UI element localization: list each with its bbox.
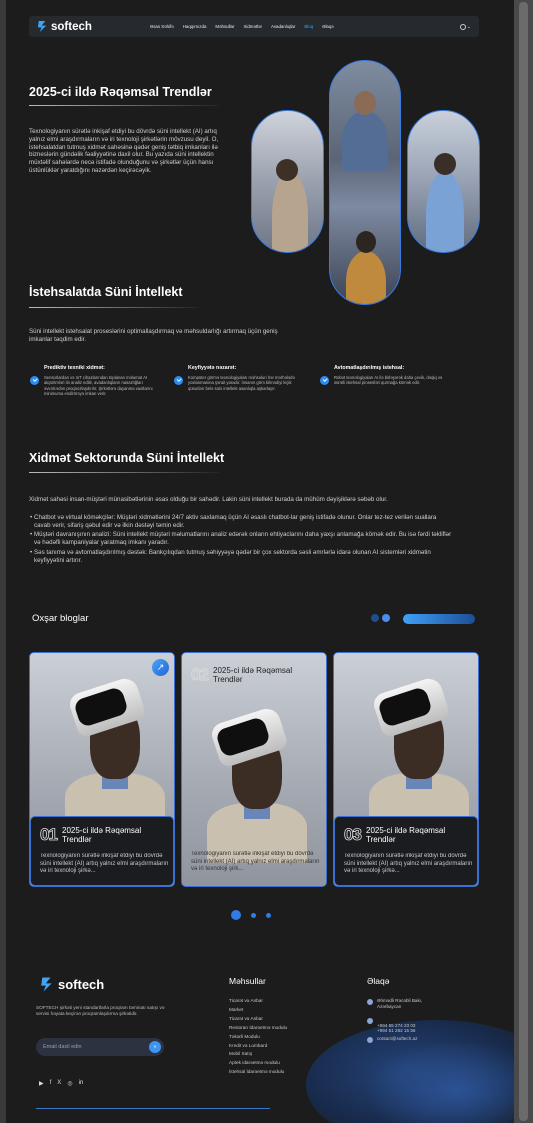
nav-item-blog[interactable]: Bloq bbox=[304, 24, 313, 29]
email-placeholder: Email daxil edin bbox=[43, 1044, 82, 1050]
card-number: 01 bbox=[40, 825, 59, 845]
nav-item-about[interactable]: Haqqımızda bbox=[183, 24, 207, 29]
x-icon[interactable]: X bbox=[57, 1080, 61, 1087]
service-title-underline bbox=[29, 472, 219, 473]
footer-product-link[interactable]: Təkərli Modulu bbox=[229, 1033, 287, 1042]
linkedin-icon[interactable]: in bbox=[79, 1080, 84, 1087]
page: softech Əsas Səhifə Haqqımızda Məhsullar… bbox=[6, 0, 514, 1123]
footer-product-link[interactable]: İstehsal İdarəetmə modulu bbox=[229, 1068, 287, 1077]
card-title[interactable]: 2025-ci ildə Rəqəmsal Trendlər bbox=[62, 826, 172, 844]
feature-text: Sensorlardan və IoT cihazlarından toplan… bbox=[44, 375, 153, 397]
hero-text: Texnologiyanın sürətlə inkişaf etdiyi bu… bbox=[29, 128, 219, 174]
check-icon bbox=[30, 376, 39, 385]
footer-divider bbox=[36, 1108, 270, 1109]
blog-card-info: 01 2025-ci ildə Rəqəmsal Trendlər Texnol… bbox=[30, 816, 174, 886]
footer-logo[interactable]: softech bbox=[40, 976, 104, 993]
footer-phone[interactable]: +994 55 274 23 03 +994 51 282 15 56 bbox=[367, 1017, 437, 1034]
card-title[interactable]: 2025-ci ildə Rəqəmsal Trendlər bbox=[213, 666, 323, 684]
carousel-dot[interactable] bbox=[382, 614, 390, 622]
footer-product-link[interactable]: Ticarət və Anbar bbox=[229, 1015, 287, 1024]
service-bullet: Müştəri davranışının analizi: Süni intel… bbox=[30, 531, 454, 547]
hero-image-1 bbox=[251, 110, 324, 253]
industry-title-underline bbox=[29, 307, 199, 308]
phone-icon bbox=[367, 1018, 373, 1024]
feature-title: Avtomatlaşdırılmış istehsal: bbox=[334, 365, 405, 371]
footer-products-list: Ticarət və Anbar Market Ticarət və Anbar… bbox=[229, 997, 287, 1077]
card-number: 03 bbox=[344, 825, 363, 845]
pagination-dot[interactable] bbox=[251, 912, 256, 918]
similar-blogs-title: Oxşar bloglar bbox=[32, 613, 89, 624]
nav-item-home[interactable]: Əsas Səhifə bbox=[150, 24, 174, 29]
logo-icon bbox=[40, 976, 54, 993]
service-title: Xidmət Sektorunda Süni İntellekt bbox=[29, 451, 225, 465]
card-text: Texnologiyanın sürətlə inkişaf etdiyi bu… bbox=[191, 851, 320, 872]
blog-card-1[interactable]: ↗ 01 2025-ci ildə Rəqəmsal Trendlər Texn… bbox=[29, 652, 175, 887]
scrollbar-thumb[interactable] bbox=[519, 2, 528, 1121]
brand-name: softech bbox=[51, 20, 92, 33]
service-bullet: Səs tanıma və avtomatlaşdırılmış dəstək:… bbox=[30, 549, 454, 565]
footer-product-link[interactable]: Mobil Satış bbox=[229, 1050, 287, 1059]
card-text: Texnologiyanın sürətlə inkişaf etdiyi bu… bbox=[344, 853, 473, 874]
instagram-icon[interactable]: ◎ bbox=[67, 1080, 72, 1087]
globe-icon bbox=[459, 23, 466, 30]
footer-email[interactable]: contact@softech.az bbox=[367, 1036, 417, 1043]
page-scrollbar[interactable] bbox=[514, 0, 533, 1123]
nav-item-equipment[interactable]: Avadanlıqlar bbox=[271, 24, 295, 29]
nav-item-services[interactable]: Xidmətlər bbox=[243, 24, 262, 29]
service-intro: Xidmət sahəsi insan-müştəri münasibətlər… bbox=[29, 496, 388, 503]
carousel-dots-top bbox=[371, 614, 390, 622]
footer-contact-title: Əlaqə bbox=[367, 976, 390, 986]
open-arrow-button[interactable]: ↗ bbox=[152, 659, 169, 676]
footer-description: SOFTECH şirkəti yeni standartlarla proqr… bbox=[36, 1005, 165, 1016]
feature-text: Kompüter görmə texnologiyaları məhsulun … bbox=[188, 375, 295, 391]
navbar: softech Əsas Səhifə Haqqımızda Məhsullar… bbox=[29, 16, 479, 37]
nav-item-contact[interactable]: Əlaqə bbox=[322, 24, 334, 29]
pagination-dot-active[interactable] bbox=[231, 910, 241, 920]
nav-links: Əsas Səhifə Haqqımızda Məhsullar Xidmətl… bbox=[150, 24, 334, 29]
social-links: ▶ f X ◎ in bbox=[39, 1080, 83, 1087]
check-icon bbox=[320, 376, 329, 385]
chevron-down-icon: ⌄ bbox=[466, 23, 471, 30]
check-icon bbox=[174, 376, 183, 385]
blog-card-info: 03 2025-ci ildə Rəqəmsal Trendlər Texnol… bbox=[334, 816, 478, 886]
carousel-progress[interactable] bbox=[403, 614, 475, 624]
footer-product-link[interactable]: Kredit və Lombard bbox=[229, 1042, 287, 1051]
blog-card-2[interactable]: 02 2025-ci ildə Rəqəmsal Trendlər Texnol… bbox=[181, 652, 327, 887]
location-icon bbox=[367, 999, 373, 1005]
feature-text: Robot texnologiyaları AI ilə birləşərək … bbox=[334, 375, 443, 386]
hero-title: 2025-ci ildə Rəqəmsal Trendlər bbox=[29, 85, 212, 99]
carousel-pagination bbox=[231, 910, 271, 920]
hero-title-underline bbox=[29, 105, 219, 106]
feature-title: Keyfiyyətə nəzarət: bbox=[188, 365, 237, 371]
industry-text: Süni intellekt istehsalat proseslərini o… bbox=[29, 328, 278, 343]
nav-item-products[interactable]: Məhsullar bbox=[215, 24, 234, 29]
submit-arrow-button[interactable]: » bbox=[149, 1041, 161, 1053]
footer-product-link[interactable]: Ticarət və Anbar bbox=[229, 997, 287, 1006]
feature-title: Prediktiv texniki xidmət: bbox=[44, 365, 105, 371]
footer-product-link[interactable]: Restoran İdarəetmə modulu bbox=[229, 1024, 287, 1033]
hero-image-3 bbox=[407, 110, 480, 253]
industry-title: İstehsalatda Süni İntellekt bbox=[29, 285, 183, 299]
facebook-icon[interactable]: f bbox=[50, 1080, 52, 1087]
footer-brand-name: softech bbox=[58, 977, 105, 992]
footer-product-link[interactable]: Aptek idarəetmə modulu bbox=[229, 1059, 287, 1068]
mail-icon bbox=[367, 1037, 373, 1043]
hero-image-2 bbox=[329, 60, 401, 305]
footer-products-title: Məhsullar bbox=[229, 976, 266, 986]
card-text: Texnologiyanın sürətlə inkişaf etdiyi bu… bbox=[40, 853, 169, 874]
carousel-dot[interactable] bbox=[371, 614, 379, 622]
card-title[interactable]: 2025-ci ildə Rəqəmsal Trendlər bbox=[366, 826, 476, 844]
newsletter-email-input[interactable]: Email daxil edin » bbox=[36, 1038, 164, 1056]
card-number: 02 bbox=[191, 665, 210, 685]
youtube-icon[interactable]: ▶ bbox=[39, 1080, 44, 1087]
footer-product-link[interactable]: Market bbox=[229, 1006, 287, 1015]
pagination-dot[interactable] bbox=[266, 912, 271, 918]
blog-card-3[interactable]: 03 2025-ci ildə Rəqəmsal Trendlər Texnol… bbox=[333, 652, 479, 887]
brand-logo[interactable]: softech bbox=[37, 20, 92, 33]
logo-icon bbox=[37, 20, 48, 33]
service-bullet: Chatbot və virtual köməkçilər: Müştəri x… bbox=[30, 514, 454, 530]
footer-address: Əhmədli Rəcəbli Bakı, Azərbaycan bbox=[367, 998, 437, 1009]
language-selector[interactable]: ⌄ bbox=[459, 23, 471, 30]
